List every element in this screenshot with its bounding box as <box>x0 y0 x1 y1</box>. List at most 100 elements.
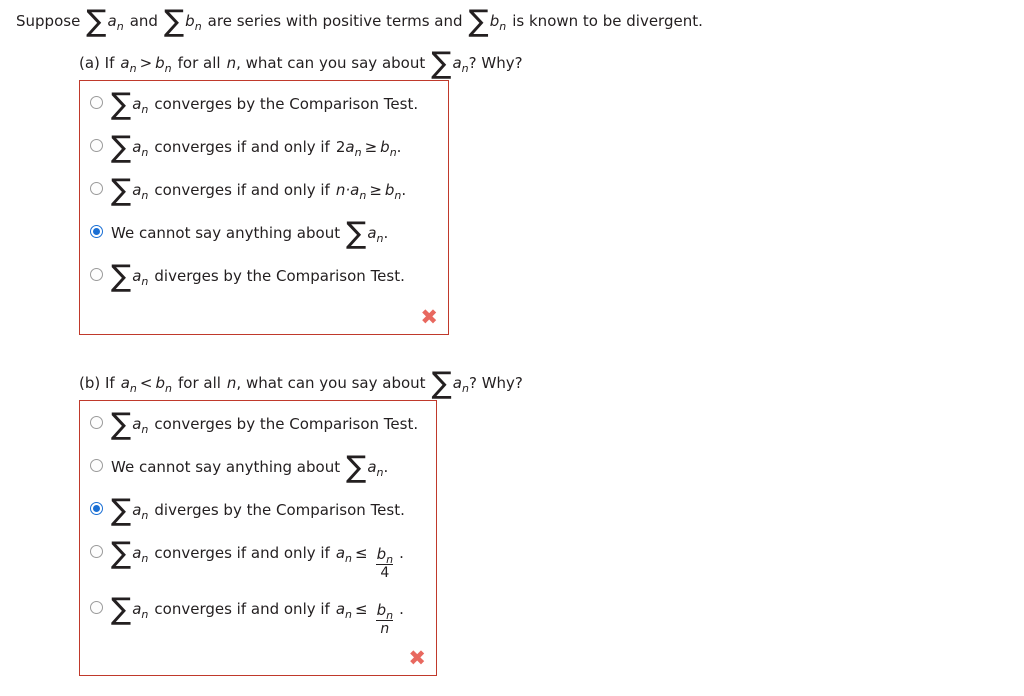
summation-icon: ∑ <box>468 4 489 39</box>
option-list-part-a: ∑ a n converges by the Comparison Test. ∑ a… <box>80 81 448 291</box>
option-b-4-text: converges if and only if <box>154 544 330 562</box>
option-a-2-cond-rel: ≥ <box>364 138 378 156</box>
option-b-5-label: ∑ a n converges if and only if an ≤ bn n . <box>111 595 404 636</box>
part-a-lhs: a <box>120 54 130 72</box>
option-a-5-sum-sub: n <box>141 275 149 288</box>
option-a-2-cond-rhs: b <box>380 138 390 156</box>
part-b-sum-sub: n <box>461 382 469 395</box>
summation-icon: ∑ <box>111 173 132 208</box>
part-b-question-mid: , what can you say about <box>236 374 426 392</box>
radio-b-4[interactable] <box>90 545 103 558</box>
part-b-relation: < <box>139 374 153 392</box>
option-a-3-cond-rhs-sub: n <box>394 189 402 202</box>
part-b-mid: for all <box>177 374 221 392</box>
option-a-1-sum-sub: n <box>141 103 149 116</box>
prompt-sum-a-sub: n <box>116 20 124 33</box>
option-b-4-num-var: b <box>376 545 387 563</box>
option-a-2-cond-tail: . <box>396 138 402 156</box>
problem-statement: Suppose ∑ a n and ∑ b n are series with posi… <box>16 4 703 39</box>
part-b-question-end: ? Why? <box>468 374 523 392</box>
part-a-relation: > <box>139 54 153 72</box>
option-b-2[interactable]: We cannot say anything about ∑ a n. <box>80 453 436 482</box>
part-a-sum-sub: n <box>461 62 469 75</box>
option-a-4[interactable]: We cannot say anything about ∑ a n. <box>80 219 448 248</box>
option-a-4-sum-sub: n <box>376 232 384 245</box>
option-a-5[interactable]: ∑ a n diverges by the Comparison Test. <box>80 262 448 291</box>
option-a-1-text: converges by the Comparison Test. <box>154 95 419 113</box>
option-a-3-cond-rhs: b <box>384 181 395 199</box>
prompt-sum-b-sub: n <box>194 20 202 33</box>
part-a-sum-var: a <box>452 54 462 72</box>
option-b-4-num-sub: n <box>386 553 394 566</box>
option-b-5-cond-lhs-sub: n <box>345 608 353 622</box>
option-a-3[interactable]: ∑ a n converges if and only if n· a n ≥ bn. <box>80 173 448 208</box>
part-b-rhs: b <box>155 374 165 392</box>
radio-b-1[interactable] <box>90 416 103 429</box>
option-b-5-denominator: n <box>376 620 394 637</box>
cross-icon: ✖ <box>408 646 426 670</box>
answer-box-part-b: ∑ a n converges by the Comparison Test. We… <box>79 400 437 676</box>
option-a-2-cond-rhs-sub: n <box>389 146 397 159</box>
option-b-5[interactable]: ∑ a n converges if and only if an ≤ bn n . <box>80 595 436 636</box>
option-b-4-cond-rel: ≤ <box>355 544 368 562</box>
summation-icon: ∑ <box>111 493 132 528</box>
option-a-2-cond-lhs-sub: n <box>354 146 362 159</box>
option-a-4-tail: . <box>383 224 389 242</box>
option-list-part-b: ∑ a n converges by the Comparison Test. We… <box>80 401 436 636</box>
part-a-mid: for all <box>177 54 221 72</box>
option-b-5-cond-lhs: a <box>335 600 346 619</box>
option-a-4-sum-var: a <box>367 224 377 242</box>
radio-a-4[interactable] <box>90 225 103 238</box>
option-b-5-cond-tail: . <box>399 600 404 619</box>
part-b-prefix: (b) If <box>79 374 115 392</box>
option-b-3[interactable]: ∑ a n diverges by the Comparison Test. <box>80 493 436 528</box>
summation-icon: ∑ <box>111 130 132 165</box>
option-a-2[interactable]: ∑ a n converges if and only if 2an ≥ bn. <box>80 130 448 165</box>
summation-icon: ∑ <box>431 366 452 401</box>
option-b-4-cond-tail: . <box>399 544 404 562</box>
option-a-3-text: converges if and only if <box>154 181 330 199</box>
option-b-4-fraction: bn 4 <box>373 545 398 581</box>
summation-icon: ∑ <box>431 46 452 81</box>
radio-b-3[interactable] <box>90 502 103 515</box>
part-a-var-n: n <box>226 54 237 72</box>
option-a-1[interactable]: ∑ a n converges by the Comparison Test. <box>80 90 448 119</box>
radio-a-1[interactable] <box>90 96 103 109</box>
radio-a-5[interactable] <box>90 268 103 281</box>
part-b-rhs-sub: n <box>165 382 172 395</box>
cross-icon: ✖ <box>420 305 438 329</box>
option-a-1-sum-var: a <box>132 95 142 113</box>
option-b-5-sum-var: a <box>132 600 142 619</box>
option-a-3-coeff: n· <box>335 181 351 199</box>
prompt-sum-b-var: b <box>185 12 195 30</box>
prompt-sum-b2-var: b <box>489 12 500 30</box>
summation-icon: ∑ <box>163 4 185 39</box>
radio-a-2[interactable] <box>90 139 103 152</box>
radio-b-5[interactable] <box>90 601 103 615</box>
radio-a-3[interactable] <box>90 182 103 195</box>
option-a-4-text: We cannot say anything about <box>111 224 341 242</box>
option-b-4-cond-lhs-sub: n <box>345 552 353 565</box>
part-a-question-mid: , what can you say about <box>236 54 426 72</box>
option-a-5-sum-var: a <box>132 267 142 285</box>
option-b-4-denominator: 4 <box>376 563 394 581</box>
radio-b-2[interactable] <box>90 459 103 472</box>
option-b-3-text: diverges by the Comparison Test. <box>154 501 405 519</box>
part-a-lhs-sub: n <box>129 62 137 75</box>
option-b-4[interactable]: ∑ a n converges if and only if an ≤ bn 4 . <box>80 539 436 581</box>
option-a-3-cond-tail: . <box>401 181 407 199</box>
option-b-5-num-var: b <box>376 601 387 620</box>
part-a-question: (a) If an > bn for all n, what can you s… <box>79 46 523 81</box>
option-b-5-num-sub: n <box>386 609 394 623</box>
option-b-5-fraction: bn n <box>373 603 398 636</box>
summation-icon: ∑ <box>111 407 132 442</box>
prompt-pre-text: Suppose <box>16 12 81 30</box>
prompt-mid-text: and <box>129 12 158 30</box>
part-a-rhs-sub: n <box>164 62 172 75</box>
summation-icon: ∑ <box>86 4 107 39</box>
option-b-3-label: ∑ a n diverges by the Comparison Test. <box>111 493 405 528</box>
option-b-1[interactable]: ∑ a n converges by the Comparison Test. <box>80 407 436 442</box>
part-a-prefix: (a) If <box>79 54 115 72</box>
option-b-2-sum-sub: n <box>376 466 384 479</box>
option-b-4-cond-lhs: a <box>335 544 346 562</box>
